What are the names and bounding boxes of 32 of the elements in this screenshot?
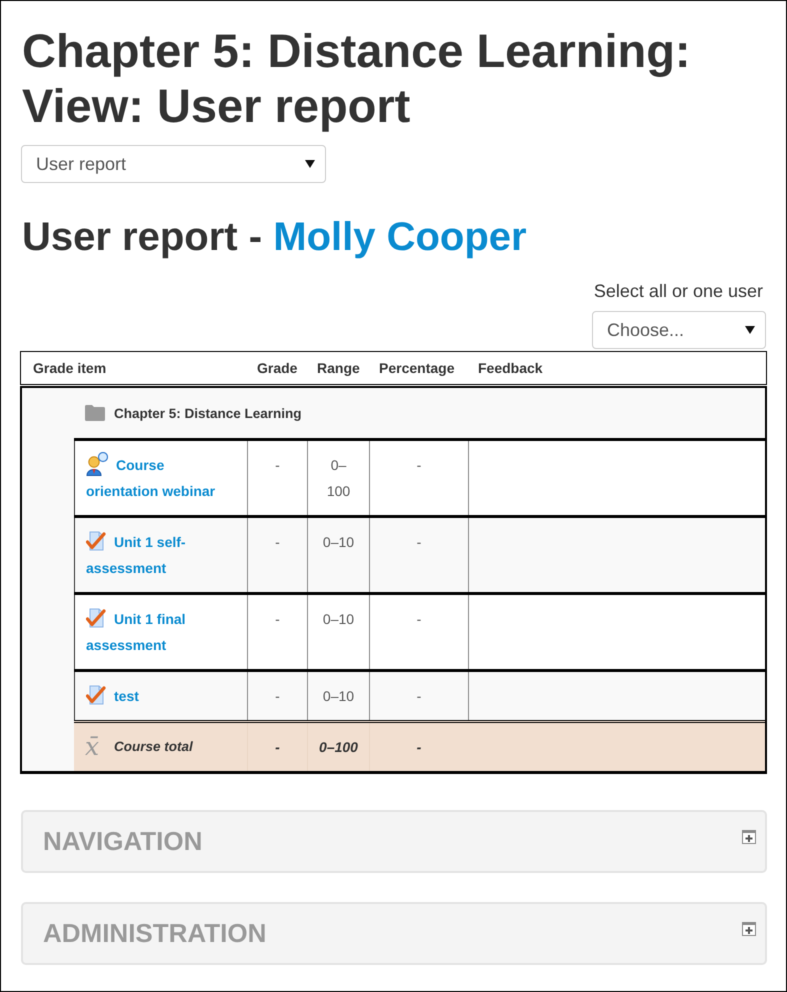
block-title[interactable]: NAVIGATION bbox=[43, 826, 202, 856]
user-select[interactable]: Choose... bbox=[592, 311, 766, 349]
caret-icon bbox=[745, 326, 755, 334]
user-name-link[interactable]: Molly Cooper bbox=[273, 215, 527, 259]
block-title[interactable]: ADMINISTRATION bbox=[43, 918, 266, 948]
grade-item-link[interactable]: Unit 1 self-assessment bbox=[86, 529, 231, 581]
plus-box-icon[interactable] bbox=[742, 830, 756, 844]
column-header: Grade item bbox=[32, 360, 108, 376]
table-cell: - bbox=[247, 723, 307, 771]
column-header: Range bbox=[316, 360, 361, 376]
folder-icon bbox=[85, 405, 105, 421]
plus-box-icon[interactable] bbox=[742, 922, 756, 936]
column-header: Percentage bbox=[378, 360, 456, 376]
document-check-icon bbox=[86, 531, 106, 551]
category-name: Chapter 5: Distance Learning bbox=[114, 406, 302, 420]
caret-icon bbox=[305, 160, 315, 168]
total-label: Course total bbox=[114, 738, 193, 756]
person-chat-icon bbox=[86, 452, 108, 476]
report-select[interactable]: User report bbox=[21, 145, 326, 183]
table-cell: - bbox=[369, 723, 468, 771]
table-cell: 0–100 bbox=[307, 723, 369, 771]
grade-item-link[interactable]: test bbox=[86, 683, 139, 709]
grade-item-link[interactable]: Course orientation webinar bbox=[86, 452, 231, 504]
mean-symbol: x̄ bbox=[85, 734, 100, 760]
column-header: Feedback bbox=[477, 360, 544, 376]
grade-item-link[interactable]: Unit 1 final assessment bbox=[86, 606, 231, 658]
report-heading: User report - bbox=[22, 215, 262, 259]
document-check-icon bbox=[86, 608, 106, 628]
page-title: Chapter 5: Distance Learning: View: User report bbox=[22, 23, 692, 133]
column-header: Grade bbox=[256, 360, 298, 376]
user-select-label: Select all or one user bbox=[594, 280, 763, 303]
document-check-icon bbox=[86, 685, 106, 705]
